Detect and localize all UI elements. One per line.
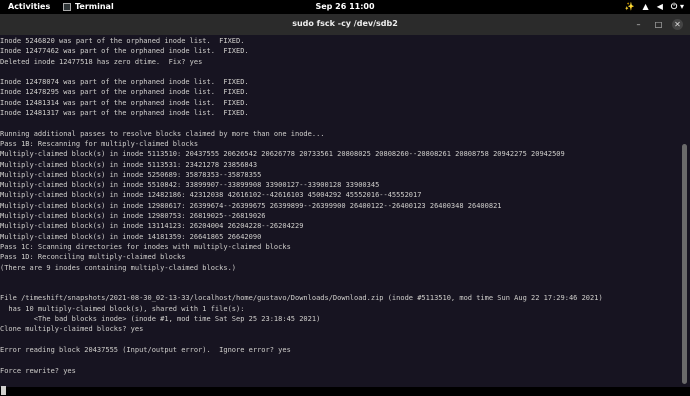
text-cursor [1, 386, 6, 396]
top-bar: Activities Terminal Sep 26 11:00 ✨ ▲ ◀ ⏻… [0, 0, 690, 14]
terminal-line [0, 386, 674, 396]
window-title: sudo fsck -cy /dev/sdb2 [292, 19, 398, 28]
clock[interactable]: Sep 26 11:00 [0, 2, 690, 11]
terminal-line: Inode 5246820 was part of the orphaned i… [0, 37, 245, 45]
terminal-line: Pass 1D: Reconciling multiply-claimed bl… [0, 253, 186, 262]
power-icon[interactable]: ⏻ ▾ [671, 2, 684, 12]
accessibility-icon[interactable]: ✨ [625, 2, 635, 12]
terminal-line: Multiply-claimed block(s) in inode 51135… [0, 150, 565, 159]
scrollbar[interactable] [682, 144, 687, 384]
terminal-line: <The bad blocks inode> (inode #1, mod ti… [0, 315, 321, 324]
terminal-line: Pass 1B: Rescanning for multiply-claimed… [0, 139, 199, 148]
terminal-line: (There are 9 inodes containing multiply-… [0, 263, 237, 272]
terminal-line: File /timeshift/snapshots/2021-08-30_02-… [0, 294, 603, 303]
terminal-line: Multiply-claimed block(s) in inode 12980… [0, 201, 502, 210]
terminal-line: Inode 12481314 was part of the orphaned … [0, 98, 249, 107]
terminal-line: has 10 multiply-claimed block(s), shared… [0, 304, 245, 313]
close-button[interactable]: ✕ [672, 19, 683, 30]
terminal-line: Pass 1C: Scanning directories for inodes… [0, 242, 291, 251]
terminal-line: Force rewrite? yes [0, 366, 76, 375]
terminal-line: Multiply-claimed block(s) in inode 13114… [0, 222, 304, 231]
terminal-line: Multiply-claimed block(s) in inode 14181… [0, 232, 262, 241]
terminal-output: Inode 5246820 was part of the orphaned i… [0, 36, 674, 396]
terminal-line: Error reading block 20437555 (Input/outp… [0, 345, 291, 354]
terminal-line: Inode 12481317 was part of the orphaned … [0, 109, 249, 118]
terminal-line: Multiply-claimed block(s) in inode 55108… [0, 181, 380, 190]
terminal-line: Multiply-claimed block(s) in inode 12980… [0, 212, 266, 221]
terminal-line: Multiply-claimed block(s) in inode 12482… [0, 191, 422, 200]
terminal-line: Deleted inode 12477518 has zero dtime. F… [0, 57, 203, 66]
minimize-button[interactable]: – [633, 19, 644, 30]
window-titlebar[interactable]: sudo fsck -cy /dev/sdb2 – □ ✕ [0, 14, 690, 35]
maximize-button[interactable]: □ [653, 19, 664, 30]
network-icon[interactable]: ▲ [643, 2, 649, 12]
terminal-area[interactable]: Inode 5246820 was part of the orphaned i… [0, 35, 690, 396]
terminal-line: Clone multiply-claimed blocks? yes [0, 325, 144, 334]
volume-icon[interactable]: ◀ [657, 2, 663, 12]
terminal-line: Multiply-claimed block(s) in inode 51135… [0, 160, 258, 169]
terminal-line: Inode 12478295 was part of the orphaned … [0, 88, 249, 97]
system-tray[interactable]: ✨ ▲ ◀ ⏻ ▾ [625, 2, 684, 12]
terminal-line: Inode 12477462 was part of the orphaned … [0, 47, 249, 56]
terminal-line: Inode 12478074 was part of the orphaned … [0, 78, 249, 87]
terminal-line: Running additional passes to resolve blo… [0, 129, 325, 138]
terminal-line: Multiply-claimed block(s) in inode 52506… [0, 170, 262, 179]
